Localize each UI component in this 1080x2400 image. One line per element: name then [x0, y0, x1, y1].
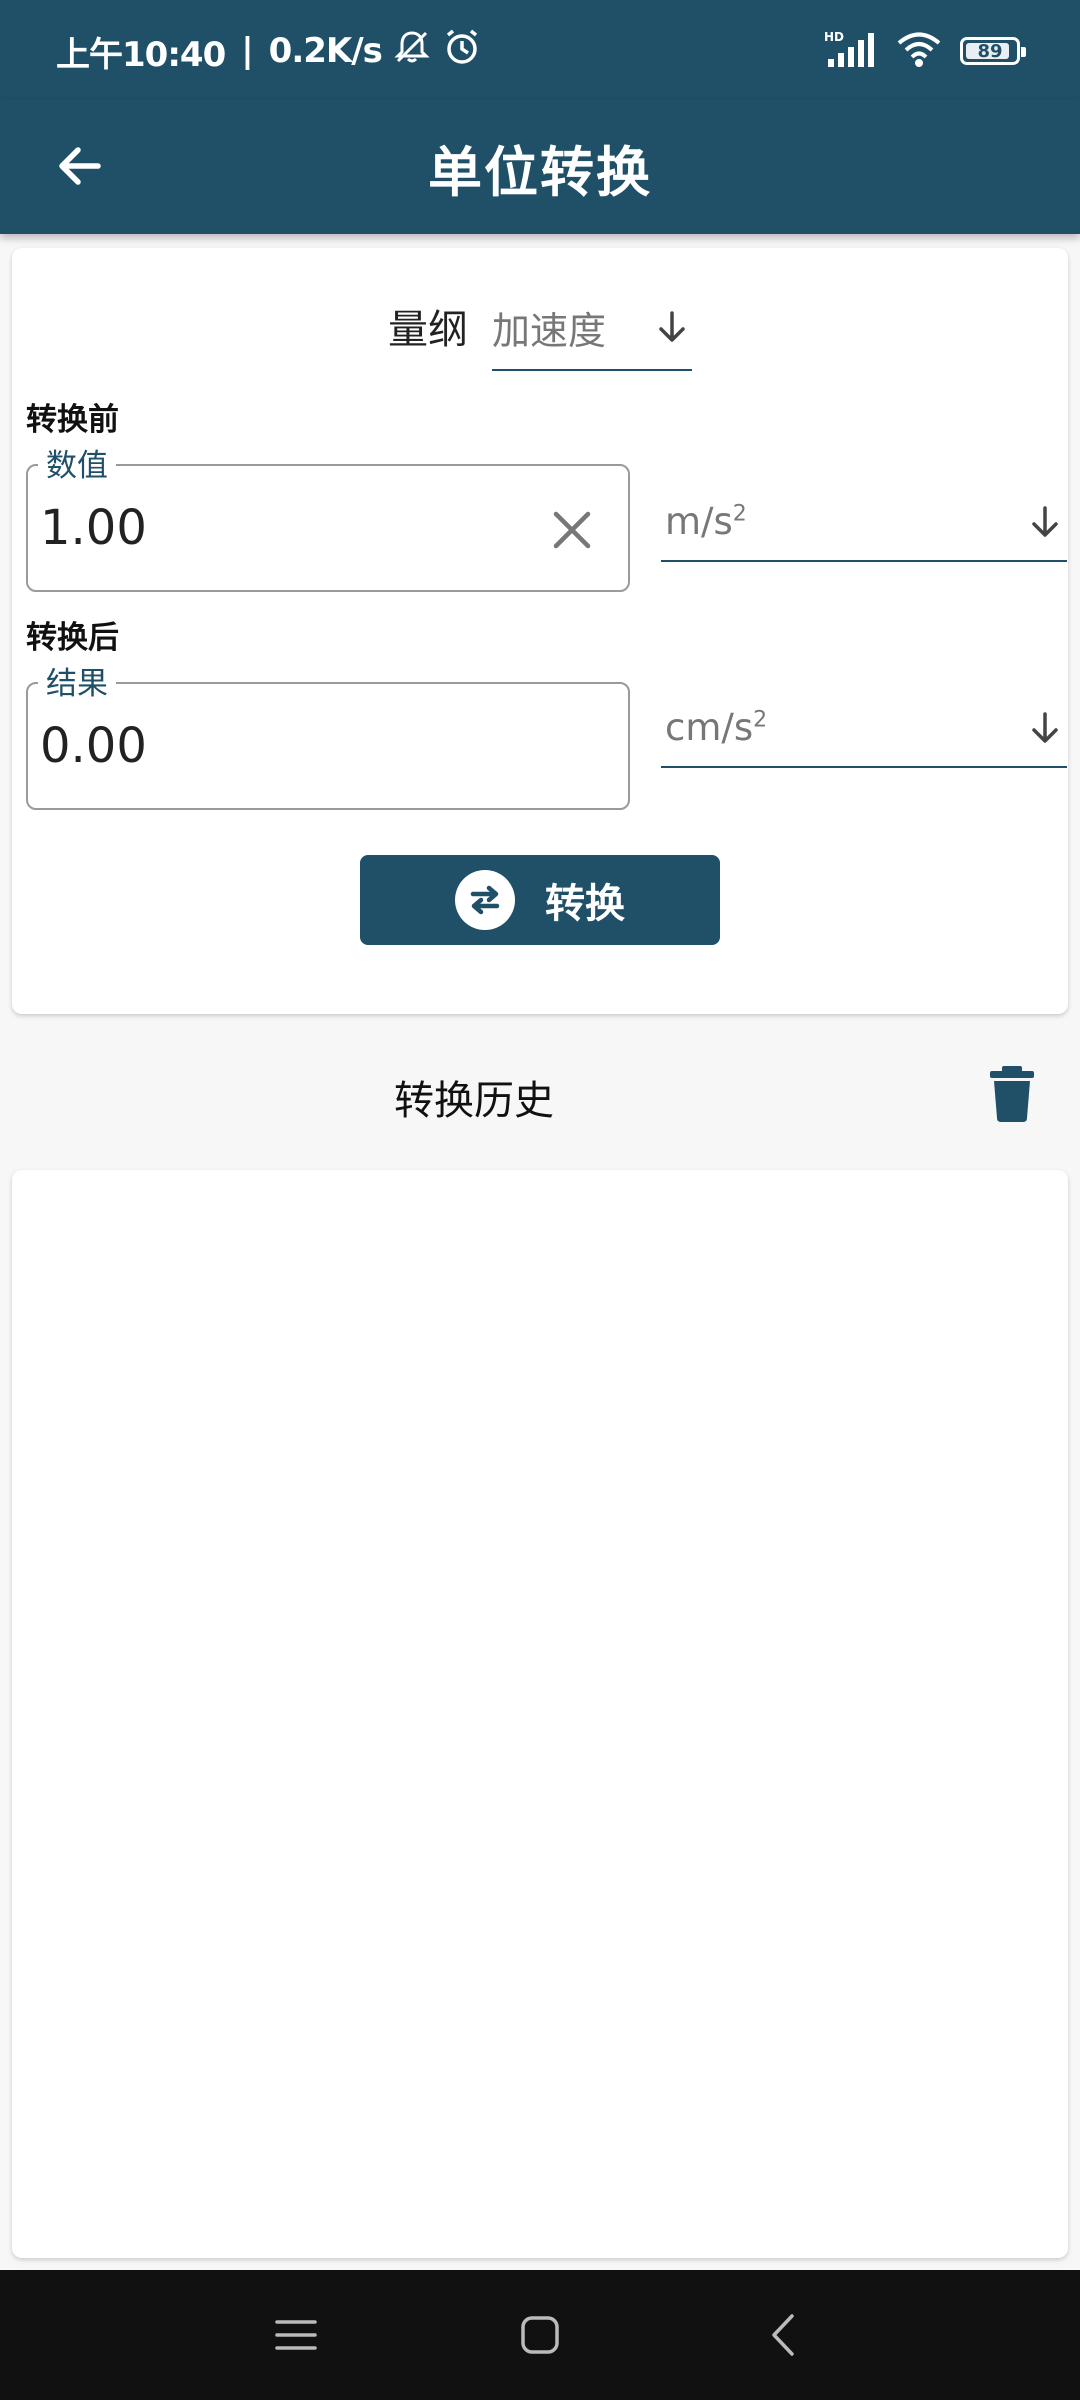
- to-unit-dropdown[interactable]: cm/s2: [661, 694, 1067, 768]
- arrow-down-icon: [659, 311, 685, 342]
- status-separator: |: [241, 31, 253, 71]
- status-network-speed: 0.2K/s: [268, 31, 383, 71]
- result-field[interactable]: 结果 0.00: [26, 658, 630, 810]
- result-field-value: 0.00: [40, 718, 147, 774]
- to-unit-base: cm/s: [665, 706, 754, 749]
- to-unit-value: cm/s2: [665, 706, 767, 749]
- trash-icon[interactable]: [990, 1066, 1034, 1122]
- arrow-down-icon: [1032, 712, 1058, 743]
- history-title: 转换历史: [394, 1078, 554, 1124]
- wifi-icon: [896, 30, 942, 72]
- value-field-legend: 数值: [38, 440, 116, 485]
- dimension-value: 加速度: [492, 308, 607, 353]
- menu-icon[interactable]: [271, 2310, 321, 2360]
- swap-icon: [455, 870, 515, 930]
- converter-card: 量纲 加速度 转换前 数值 1.00 m/s2 转换后 结果 0.00 cm/s…: [12, 248, 1068, 1014]
- navigation-bar: [0, 2270, 1080, 2400]
- value-field[interactable]: 数值 1.00: [26, 440, 630, 592]
- after-section-label: 转换后: [26, 620, 119, 656]
- status-time: 上午10:40: [56, 34, 226, 75]
- mute-icon: [392, 27, 432, 76]
- arrow-down-icon: [1032, 506, 1058, 537]
- nav-back-icon[interactable]: [760, 2310, 810, 2360]
- app-bar: 单位转换: [0, 100, 1080, 234]
- history-list: [12, 1170, 1068, 2258]
- dimension-label: 量纲: [388, 307, 468, 353]
- svg-text:HD: HD: [824, 30, 844, 44]
- clear-icon[interactable]: [548, 506, 596, 554]
- convert-button[interactable]: 转换: [360, 855, 720, 945]
- value-field-input[interactable]: 1.00: [40, 500, 147, 556]
- from-unit-value: m/s2: [665, 500, 747, 543]
- to-unit-exponent: 2: [753, 707, 768, 733]
- from-unit-base: m/s: [665, 500, 733, 543]
- from-unit-exponent: 2: [732, 501, 747, 527]
- status-left: 上午10:40 | 0.2K/s: [56, 27, 482, 76]
- dimension-dropdown[interactable]: 加速度: [492, 281, 692, 371]
- dimension-row: 量纲 加速度: [12, 278, 1068, 374]
- hd-signal-icon: HD: [824, 29, 878, 73]
- from-unit-dropdown[interactable]: m/s2: [661, 488, 1067, 562]
- battery-tip: [1021, 47, 1026, 57]
- battery-level: 89: [977, 40, 1003, 62]
- alarm-icon: [442, 27, 482, 76]
- history-header: 转换历史: [0, 1034, 1080, 1154]
- result-field-legend: 结果: [38, 658, 116, 703]
- convert-button-label: 转换: [545, 881, 625, 927]
- before-section-label: 转换前: [26, 402, 119, 438]
- battery-icon: 89: [960, 37, 1026, 65]
- page-title: 单位转换: [428, 140, 652, 204]
- status-right: HD 89: [824, 29, 1026, 73]
- home-icon[interactable]: [515, 2310, 565, 2360]
- status-bar: 上午10:40 | 0.2K/s HD 89: [0, 0, 1080, 100]
